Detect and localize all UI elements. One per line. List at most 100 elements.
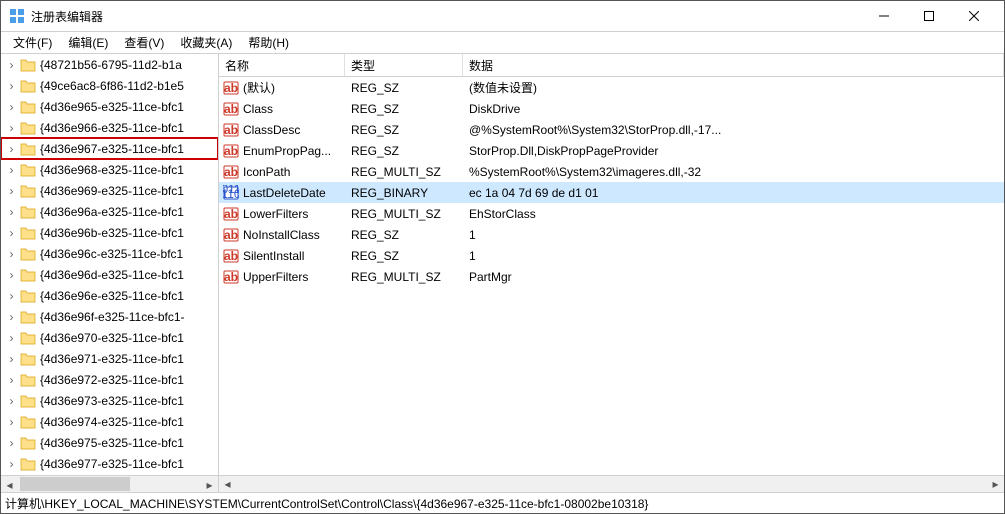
value-row[interactable]: abSilentInstallREG_SZ1 bbox=[219, 245, 1004, 266]
value-row[interactable]: 011110LastDeleteDateREG_BINARYec 1a 04 7… bbox=[219, 182, 1004, 203]
expand-icon[interactable]: › bbox=[5, 163, 18, 176]
tree-item[interactable]: ›{4d36e974-e325-11ce-bfc1 bbox=[1, 411, 218, 432]
expand-icon[interactable]: › bbox=[5, 121, 18, 134]
svg-text:ab: ab bbox=[224, 270, 238, 284]
column-header-data[interactable]: 数据 bbox=[463, 54, 1004, 76]
value-row[interactable]: abNoInstallClassREG_SZ1 bbox=[219, 224, 1004, 245]
value-data: 1 bbox=[463, 228, 1004, 242]
tree-item-label: {4d36e967-e325-11ce-bfc1 bbox=[40, 142, 184, 156]
tree-item[interactable]: › {4d36e972-e325-11ce-bfc1 bbox=[1, 369, 218, 390]
string-value-icon: ab bbox=[223, 122, 239, 138]
expand-icon[interactable]: › bbox=[5, 205, 18, 218]
column-header-name[interactable]: 名称 bbox=[219, 54, 345, 76]
folder-icon bbox=[20, 247, 36, 261]
value-row[interactable]: abLowerFiltersREG_MULTI_SZEhStorClass bbox=[219, 203, 1004, 224]
expand-icon[interactable]: › bbox=[5, 331, 18, 344]
expand-icon[interactable]: › bbox=[5, 184, 18, 197]
tree-item[interactable]: ›{4d36e970-e325-11ce-bfc1 bbox=[1, 327, 218, 348]
folder-icon bbox=[20, 100, 36, 114]
value-data: 1 bbox=[463, 249, 1004, 263]
tree-item[interactable]: › {4d36e96d-e325-11ce-bfc1 bbox=[1, 264, 218, 285]
tree-item[interactable]: ›{4d36e96b-e325-11ce-bfc1 bbox=[1, 222, 218, 243]
menu-view[interactable]: 查看(V) bbox=[116, 32, 172, 53]
svg-text:ab: ab bbox=[224, 144, 238, 158]
tree-item[interactable]: ›{4d36e96a-e325-11ce-bfc1 bbox=[1, 201, 218, 222]
expand-icon[interactable]: › bbox=[5, 373, 18, 386]
tree-horizontal-scrollbar[interactable]: ◂ ▸ bbox=[1, 475, 218, 492]
tree-item[interactable]: › {4d36e967-e325-11ce-bfc1 bbox=[1, 138, 218, 159]
tree-item-label: {4d36e972-e325-11ce-bfc1 bbox=[40, 373, 184, 387]
menu-favorites[interactable]: 收藏夹(A) bbox=[172, 32, 240, 53]
tree-item[interactable]: › {4d36e973-e325-11ce-bfc1 bbox=[1, 390, 218, 411]
value-list[interactable]: ab(默认)REG_SZ(数值未设置)abClassREG_SZDiskDriv… bbox=[219, 77, 1004, 492]
tree-item[interactable]: ›{4d36e971-e325-11ce-bfc1 bbox=[1, 348, 218, 369]
value-row[interactable]: abEnumPropPag...REG_SZStorProp.Dll,DiskP… bbox=[219, 140, 1004, 161]
value-row[interactable]: abClassREG_SZDiskDrive bbox=[219, 98, 1004, 119]
scroll-right-arrow-icon[interactable]: ▸ bbox=[987, 476, 1004, 492]
value-data: ec 1a 04 7d 69 de d1 01 bbox=[463, 186, 1004, 200]
value-name: LastDeleteDate bbox=[243, 186, 326, 200]
binary-value-icon: 011110 bbox=[223, 185, 239, 201]
tree-item[interactable]: ›{4d36e975-e325-11ce-bfc1 bbox=[1, 432, 218, 453]
close-button[interactable] bbox=[951, 1, 996, 31]
scroll-left-arrow-icon[interactable]: ◂ bbox=[1, 476, 18, 492]
value-name: LowerFilters bbox=[243, 207, 308, 221]
tree-item-label: {4d36e969-e325-11ce-bfc1 bbox=[40, 184, 184, 198]
expand-icon[interactable]: › bbox=[5, 58, 18, 71]
value-row[interactable]: abClassDescREG_SZ@%SystemRoot%\System32\… bbox=[219, 119, 1004, 140]
expand-icon[interactable]: › bbox=[5, 457, 18, 470]
tree-item-label: {4d36e96f-e325-11ce-bfc1- bbox=[40, 310, 185, 324]
scroll-left-arrow-icon[interactable]: ◂ bbox=[219, 476, 236, 492]
tree-item[interactable]: ›{4d36e968-e325-11ce-bfc1 bbox=[1, 159, 218, 180]
tree-item-label: {4d36e973-e325-11ce-bfc1 bbox=[40, 394, 184, 408]
svg-text:ab: ab bbox=[224, 207, 238, 221]
maximize-button[interactable] bbox=[906, 1, 951, 31]
tree-item[interactable]: ›{4d36e977-e325-11ce-bfc1 bbox=[1, 453, 218, 474]
expand-icon[interactable]: › bbox=[5, 289, 18, 302]
tree-item[interactable]: ›{4d36e96c-e325-11ce-bfc1 bbox=[1, 243, 218, 264]
value-row[interactable]: abIconPathREG_MULTI_SZ%SystemRoot%\Syste… bbox=[219, 161, 1004, 182]
value-type: REG_MULTI_SZ bbox=[345, 207, 463, 221]
expand-icon[interactable]: › bbox=[5, 142, 18, 155]
expand-icon[interactable]: › bbox=[5, 352, 18, 365]
expand-icon[interactable]: › bbox=[5, 394, 18, 407]
scroll-right-arrow-icon[interactable]: ▸ bbox=[201, 476, 218, 492]
value-row[interactable]: abUpperFiltersREG_MULTI_SZPartMgr bbox=[219, 266, 1004, 287]
menu-file[interactable]: 文件(F) bbox=[5, 32, 60, 53]
tree-item[interactable]: ›{49ce6ac8-6f86-11d2-b1e5 bbox=[1, 75, 218, 96]
tree-item[interactable]: ›{4d36e966-e325-11ce-bfc1 bbox=[1, 117, 218, 138]
tree-item[interactable]: ›{4d36e96e-e325-11ce-bfc1 bbox=[1, 285, 218, 306]
key-tree[interactable]: ›{48721b56-6795-11d2-b1a›{49ce6ac8-6f86-… bbox=[1, 54, 218, 474]
scroll-thumb[interactable] bbox=[20, 477, 130, 491]
folder-icon bbox=[20, 142, 36, 156]
column-header-type[interactable]: 类型 bbox=[345, 54, 463, 76]
folder-icon bbox=[20, 184, 36, 198]
titlebar: 注册表编辑器 bbox=[1, 1, 1004, 32]
menu-edit[interactable]: 编辑(E) bbox=[60, 32, 116, 53]
string-value-icon: ab bbox=[223, 269, 239, 285]
expand-icon[interactable]: › bbox=[5, 226, 18, 239]
value-name: NoInstallClass bbox=[243, 228, 320, 242]
string-value-icon: ab bbox=[223, 80, 239, 96]
scroll-track[interactable] bbox=[18, 476, 201, 492]
expand-icon[interactable]: › bbox=[5, 415, 18, 428]
tree-item[interactable]: ›{48721b56-6795-11d2-b1a bbox=[1, 54, 218, 75]
expand-icon[interactable]: › bbox=[5, 436, 18, 449]
expand-icon[interactable]: › bbox=[5, 100, 18, 113]
folder-icon bbox=[20, 352, 36, 366]
list-horizontal-scrollbar[interactable]: ◂ ▸ bbox=[219, 475, 1004, 492]
expand-icon[interactable]: › bbox=[5, 247, 18, 260]
expand-icon[interactable]: › bbox=[5, 79, 18, 92]
minimize-button[interactable] bbox=[861, 1, 906, 31]
expand-icon[interactable]: › bbox=[5, 268, 18, 281]
menu-help[interactable]: 帮助(H) bbox=[240, 32, 297, 53]
statusbar-path: 计算机\HKEY_LOCAL_MACHINE\SYSTEM\CurrentCon… bbox=[5, 495, 648, 512]
tree-item-label: {4d36e96d-e325-11ce-bfc1 bbox=[40, 268, 184, 282]
expand-icon[interactable]: › bbox=[5, 310, 18, 323]
value-type: REG_MULTI_SZ bbox=[345, 270, 463, 284]
tree-item[interactable]: › {4d36e96f-e325-11ce-bfc1- bbox=[1, 306, 218, 327]
tree-item[interactable]: › {4d36e969-e325-11ce-bfc1 bbox=[1, 180, 218, 201]
scroll-track[interactable] bbox=[236, 476, 987, 492]
value-row[interactable]: ab(默认)REG_SZ(数值未设置) bbox=[219, 77, 1004, 98]
tree-item[interactable]: ›{4d36e965-e325-11ce-bfc1 bbox=[1, 96, 218, 117]
